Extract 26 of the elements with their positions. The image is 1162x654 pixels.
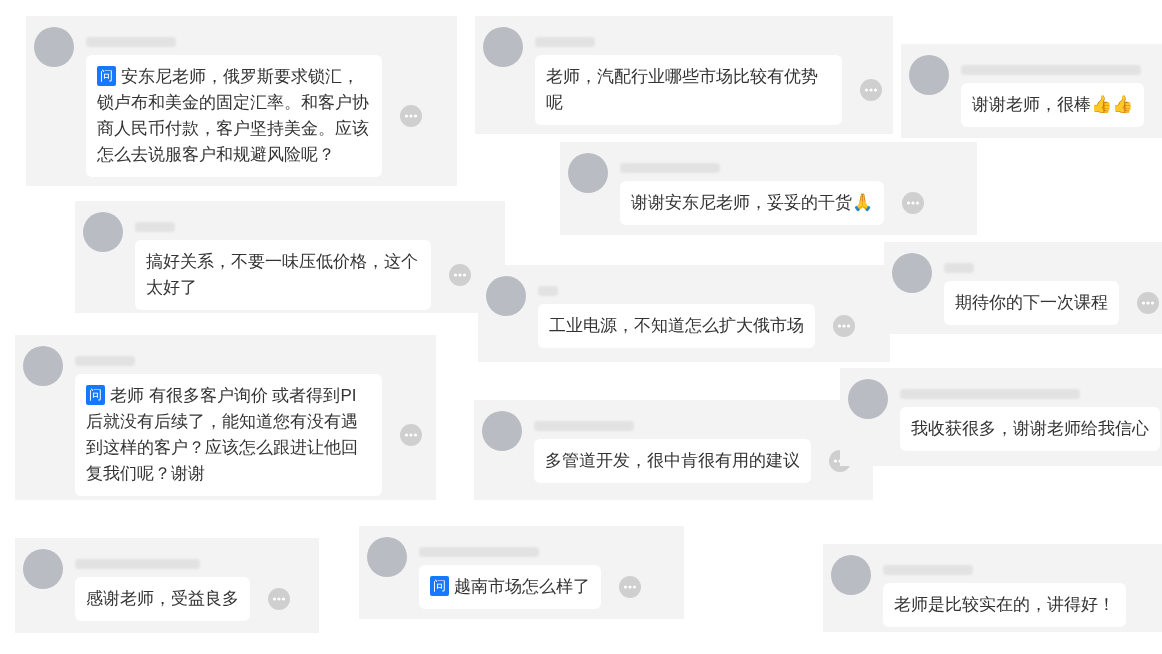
avatar-placeholder xyxy=(482,411,522,451)
avatar-placeholder xyxy=(83,212,123,252)
comment-text: 问 安东尼老师，俄罗斯要求锁汇，锁卢布和美金的固定汇率。和客户协商人民币付款，客户坚持美金。应该怎么去说服客户和规避风险呢？ xyxy=(97,65,370,166)
avatar-placeholder xyxy=(486,276,526,316)
comment-text: 我收获很多，谢谢老师给我信心 xyxy=(911,418,1149,440)
comment-text: 感谢老师，受益良多 xyxy=(86,588,239,610)
avatar-placeholder xyxy=(34,27,74,67)
avatar-placeholder xyxy=(892,253,932,293)
comment-text: 问 越南市场怎么样了 xyxy=(430,574,590,600)
comment-text: 老师，汽配行业哪些市场比较有优势呢 xyxy=(546,66,819,114)
avatar-placeholder xyxy=(23,549,63,589)
comment-text: 期待你的下一次课程 xyxy=(955,292,1108,314)
comment-text: 搞好关系，不要一味压低价格，这个太好了 xyxy=(146,251,419,299)
avatar-placeholder xyxy=(831,555,871,595)
comment-text: 多管道开发，很中肯很有用的建议 xyxy=(545,450,800,472)
comment-text: 问 老师 有很多客户询价 或者得到PI后就没有后续了，能知道您有没有遇到这样的客户？应该怎么跟进让他回复我们呢？谢谢 xyxy=(86,384,359,485)
avatar-placeholder xyxy=(23,346,63,386)
comment-text: 谢谢安东尼老师，妥妥的干货🙏 xyxy=(631,192,873,214)
avatar-placeholder xyxy=(909,55,949,95)
comment-text: 谢谢老师，很棒👍👍 xyxy=(972,94,1133,116)
avatar-placeholder xyxy=(568,153,608,193)
comment-text: 工业电源，不知道怎么扩大俄市场 xyxy=(549,315,804,337)
comment-text: 老师是比较实在的，讲得好！ xyxy=(894,594,1115,616)
avatar-placeholder xyxy=(483,27,523,67)
avatar-placeholder xyxy=(367,537,407,577)
avatar-placeholder xyxy=(848,379,888,419)
